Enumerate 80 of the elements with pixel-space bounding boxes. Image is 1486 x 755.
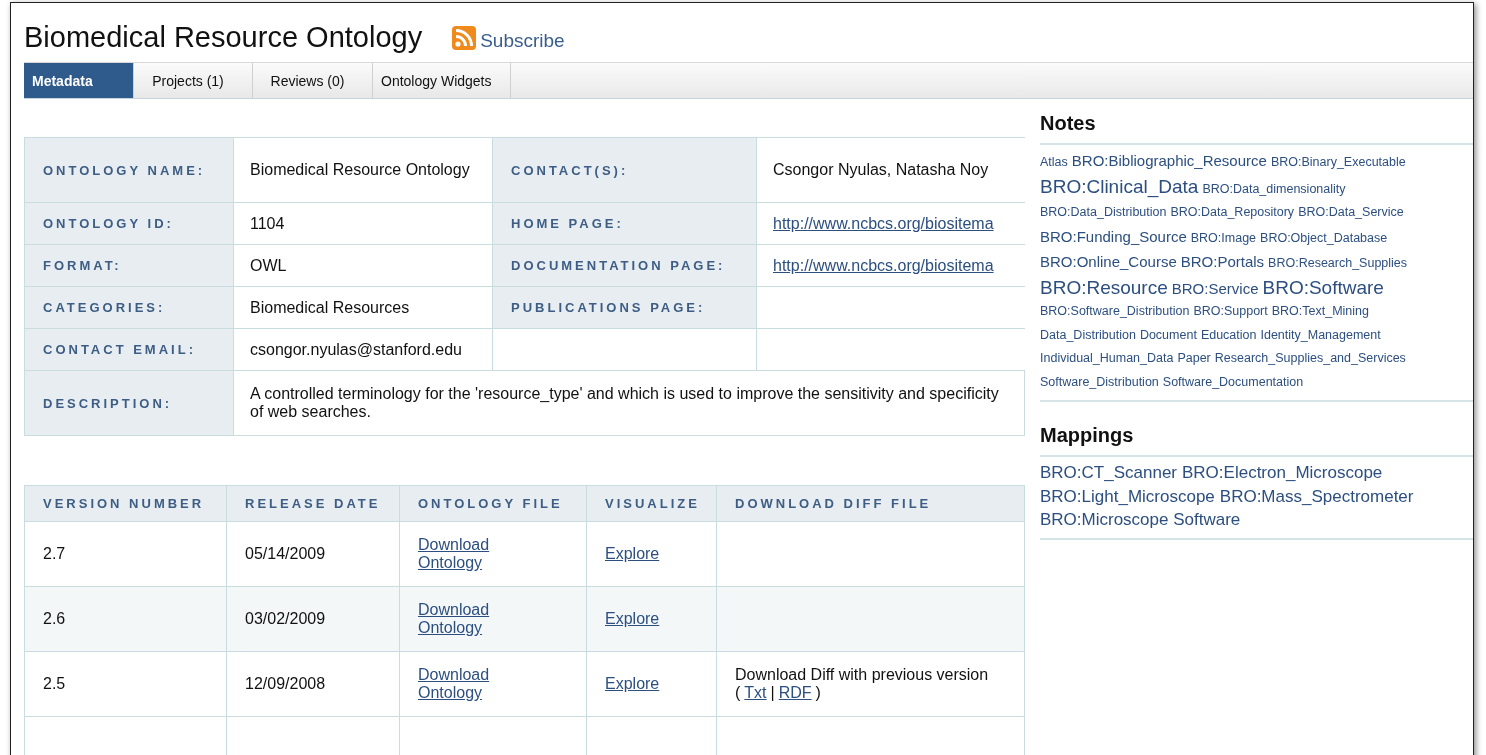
tag-link[interactable]: BRO:Image (1190, 226, 1257, 250)
column-header: RELEASE DATE (226, 485, 400, 522)
diff-link[interactable]: Txt (744, 684, 767, 702)
field-label: HOME PAGE: (492, 202, 757, 245)
field-label: ONTOLOGY NAME: (24, 137, 234, 203)
tab[interactable]: Reviews (0) (253, 63, 373, 98)
field-label: CONTACT EMAIL: (24, 328, 234, 371)
explore-link[interactable]: Explore (605, 545, 660, 562)
tag-link[interactable]: BRO:Service (1171, 276, 1259, 300)
tag-link[interactable]: BRO:Funding_Source (1040, 224, 1187, 248)
tag-link[interactable]: BRO:Binary_Executable (1270, 151, 1406, 175)
diff-link[interactable]: RDF (778, 684, 812, 702)
column-header: DOWNLOAD DIFF FILE (716, 485, 1025, 522)
field-label: CATEGORIES: (24, 286, 234, 329)
field-value: OWL (233, 244, 493, 287)
column-header: VERSION NUMBER (24, 485, 227, 522)
tag-link[interactable]: BRO:Data_Service (1298, 201, 1404, 225)
tag-link[interactable]: Software_Documentation (1162, 370, 1304, 394)
field-label: FORMAT: (24, 244, 234, 287)
mapping-link[interactable]: BRO:Mass_Spectrometer (1219, 484, 1414, 508)
field-value: 1104 (233, 202, 493, 245)
tag-link[interactable]: Individual_Human_Data (1040, 347, 1174, 371)
tag-link[interactable]: BRO:Online_Course (1040, 250, 1177, 274)
field-label: ONTOLOGY ID: (24, 202, 234, 245)
field-value: csongor.nyulas@stanford.edu (233, 328, 493, 371)
tag-link[interactable]: Data_Distribution (1040, 323, 1136, 347)
explore-link[interactable]: Explore (605, 675, 660, 692)
tag-link[interactable]: BRO:Data_dimensionality (1202, 177, 1346, 201)
section-heading: Mappings (1040, 424, 1135, 448)
page-title: Biomedical Resource Ontology (24, 21, 423, 54)
tag-link[interactable]: BRO:Object_Database (1260, 226, 1388, 250)
tag-link[interactable]: BRO:Text_Mining (1271, 300, 1369, 324)
field-label: CONTACT(S): (492, 137, 757, 203)
table-cell: 2.5 (24, 651, 227, 717)
mapping-link[interactable]: BRO:Electron_Microscope (1182, 461, 1383, 485)
tag-link[interactable]: Identity_Management (1260, 323, 1381, 347)
rss-feed-icon[interactable] (452, 25, 477, 50)
column-header: VISUALIZE (586, 485, 717, 522)
tag-link[interactable]: Education (1200, 323, 1257, 347)
field-value: Biomedical Resources (233, 286, 493, 329)
parenthesis: ( (735, 684, 741, 702)
field-label: DOCUMENTATION PAGE: (492, 244, 757, 287)
tag-link[interactable]: BRO:Portals (1180, 250, 1265, 274)
tag-link[interactable]: BRO:Software_Distribution (1040, 300, 1190, 324)
separator: | (770, 684, 775, 702)
table-cell: 2.7 (24, 521, 227, 587)
column-header: ONTOLOGY FILE (399, 485, 587, 522)
field-label: PUBLICATIONS PAGE: (492, 286, 757, 329)
tag-link[interactable]: Software_Distribution (1040, 370, 1159, 394)
tab[interactable]: Projects (1) (134, 63, 253, 98)
field-label: DESCRIPTION: (24, 370, 234, 436)
tag-link[interactable]: BRO:Research_Supplies (1268, 252, 1408, 276)
mapping-link[interactable]: BRO:Microscope Software (1040, 508, 1241, 532)
parenthesis: ) (815, 684, 821, 702)
tag-link[interactable]: Paper (1177, 347, 1211, 371)
table-cell: 12/09/2008 (226, 651, 400, 717)
tag-link[interactable]: BRO:Support (1193, 300, 1268, 324)
tag-link[interactable]: BRO:Resource (1040, 275, 1168, 299)
explore-link[interactable]: Explore (605, 610, 660, 627)
tag-link[interactable]: BRO:Bibliographic_Resource (1071, 149, 1267, 173)
mapping-link[interactable]: BRO:CT_Scanner (1040, 461, 1177, 485)
tab[interactable]: Ontology Widgets (373, 63, 511, 98)
table-cell: 2.6 (24, 586, 227, 652)
tag-link[interactable]: BRO:Data_Distribution (1040, 201, 1167, 225)
field-value: Csongor Nyulas, Natasha Noy (773, 161, 989, 178)
tag-link[interactable]: Document (1139, 323, 1197, 347)
field-value: A controlled terminology for the 'resource_type' and which is used to improve the sensitivity and specificity of web searches. (233, 370, 1025, 436)
subscribe-link[interactable]: Subscribe (480, 29, 565, 52)
tag-link[interactable]: Atlas (1040, 151, 1068, 175)
diff-label: Download Diff with previous version (735, 666, 990, 684)
tag-link[interactable]: BRO:Software (1262, 275, 1384, 299)
tag-link[interactable]: BRO:Clinical_Data (1040, 174, 1199, 198)
tag-link[interactable]: BRO:Data_Repository (1170, 201, 1295, 225)
field-value: Biomedical Resource Ontology (233, 137, 493, 203)
tab[interactable]: Metadata (24, 63, 134, 98)
table-cell: 05/14/2009 (226, 521, 400, 587)
section-heading: Notes (1040, 112, 1097, 136)
table-cell: 03/02/2009 (226, 586, 400, 652)
mapping-link[interactable]: BRO:Light_Microscope (1040, 484, 1215, 508)
tag-link[interactable]: Research_Supplies_and_Services (1214, 347, 1406, 371)
